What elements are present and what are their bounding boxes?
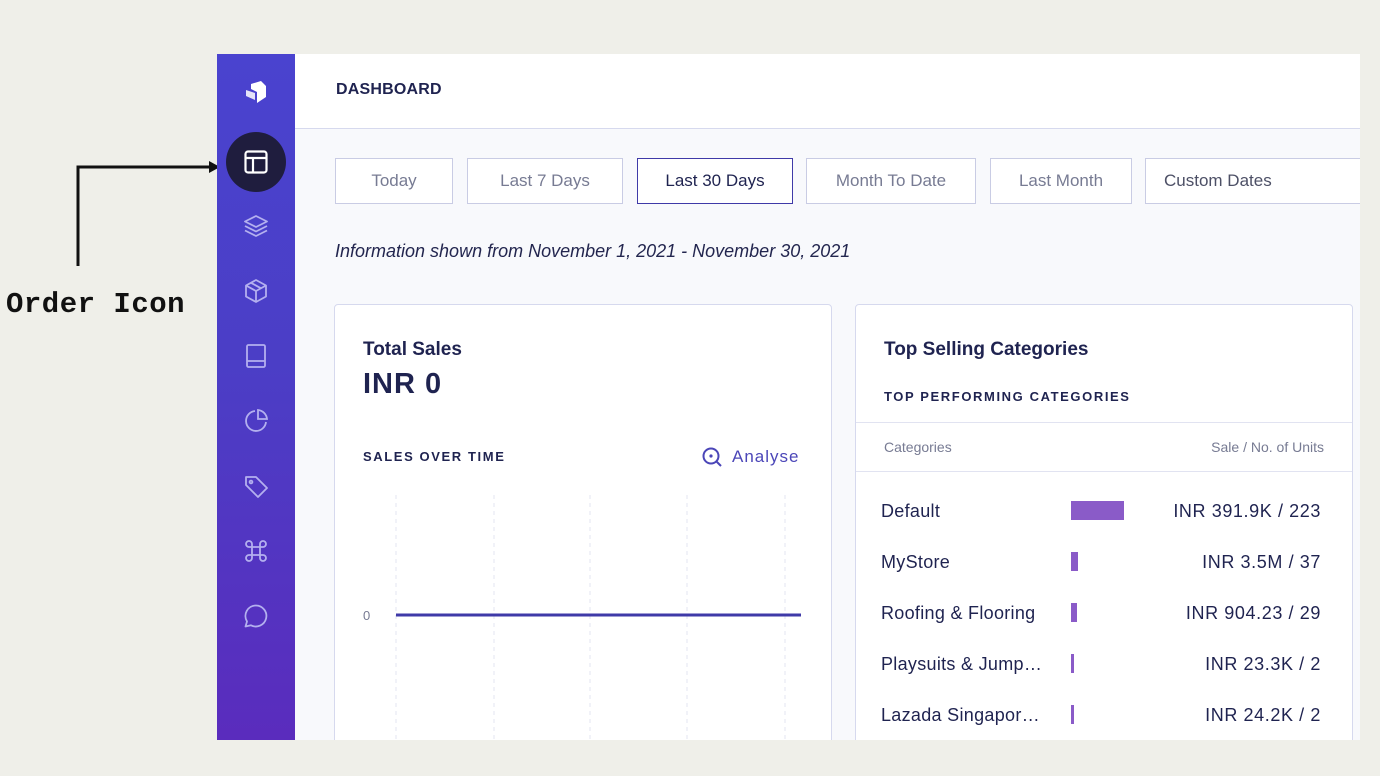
- category-row: MyStore INR 3.5M / 37: [856, 552, 1352, 592]
- category-value: INR 24.2K / 2: [1205, 705, 1321, 725]
- category-name: Playsuits & Jump…: [881, 654, 1043, 674]
- tag-icon[interactable]: [234, 464, 278, 508]
- y-tick-label: 0: [363, 608, 370, 623]
- category-value: INR 23.3K / 2: [1205, 654, 1321, 674]
- range-last-30-days-button[interactable]: Last 30 Days: [637, 158, 793, 204]
- sales-over-time-label: SALES OVER TIME: [363, 449, 506, 464]
- date-range-info: Information shown from November 1, 2021 …: [335, 241, 851, 261]
- range-last-7-days-button[interactable]: Last 7 Days: [467, 158, 623, 204]
- categories-table-header: Categories Sale / No. of Units: [856, 422, 1352, 472]
- category-bar: [1071, 603, 1077, 622]
- pie-chart-icon[interactable]: [234, 399, 278, 443]
- category-name: Roofing & Flooring: [881, 603, 1036, 623]
- total-sales-card: Total Sales INR 0 SALES OVER TIME Analys…: [334, 304, 832, 740]
- category-row: Playsuits & Jump… INR 23.3K / 2: [856, 654, 1352, 694]
- page-title: DASHBOARD: [336, 81, 442, 98]
- top-categories-title: Top Selling Categories: [884, 339, 1089, 360]
- category-row: Default INR 391.9K / 223: [856, 501, 1352, 541]
- annotation-label: Order Icon: [6, 288, 186, 321]
- annotation-arrow: [76, 161, 220, 266]
- chat-icon[interactable]: [234, 594, 278, 638]
- custom-dates-input[interactable]: Custom Dates: [1145, 158, 1360, 204]
- category-row: Roofing & Flooring INR 904.23 / 29: [856, 603, 1352, 643]
- category-name: Lazada Singapor…: [881, 705, 1040, 725]
- analyse-button[interactable]: Analyse: [701, 446, 799, 468]
- category-value: INR 3.5M / 37: [1202, 552, 1321, 572]
- category-name: MyStore: [881, 552, 951, 572]
- range-month-to-date-button[interactable]: Month To Date: [806, 158, 976, 204]
- sales-over-time-chart: 0: [363, 495, 801, 740]
- layers-icon[interactable]: [234, 204, 278, 248]
- logo-icon[interactable]: [234, 70, 278, 114]
- top-bar: DASHBOARD: [295, 54, 1360, 129]
- category-value: INR 391.9K / 223: [1173, 501, 1321, 521]
- col-sales-units: Sale / No. of Units: [1211, 439, 1324, 455]
- analyse-label: Analyse: [732, 447, 800, 466]
- box-icon[interactable]: [234, 269, 278, 313]
- category-row: Lazada Singapor… INR 24.2K / 2: [856, 705, 1352, 740]
- total-sales-title: Total Sales: [363, 339, 462, 360]
- range-last-month-button[interactable]: Last Month: [990, 158, 1132, 204]
- sidebar: [217, 54, 295, 740]
- top-categories-card: Top Selling Categories TOP PERFORMING CA…: [855, 304, 1353, 740]
- total-sales-value: INR 0: [363, 368, 443, 400]
- top-performing-label: TOP PERFORMING CATEGORIES: [884, 389, 1131, 404]
- book-icon[interactable]: [234, 334, 278, 378]
- main-content: DASHBOARD Today Last 7 Days Last 30 Days…: [295, 54, 1360, 740]
- analyse-icon: [702, 447, 722, 467]
- command-icon[interactable]: [234, 529, 278, 573]
- category-bar: [1071, 501, 1124, 520]
- category-bar: [1071, 705, 1074, 724]
- col-categories: Categories: [884, 439, 952, 455]
- category-name: Default: [881, 501, 941, 521]
- dashboard-icon[interactable]: [226, 132, 286, 192]
- category-bar: [1071, 552, 1078, 571]
- category-value: INR 904.23 / 29: [1185, 603, 1321, 623]
- app-window: DASHBOARD Today Last 7 Days Last 30 Days…: [217, 54, 1360, 740]
- category-bar: [1071, 654, 1074, 673]
- range-today-button[interactable]: Today: [335, 158, 453, 204]
